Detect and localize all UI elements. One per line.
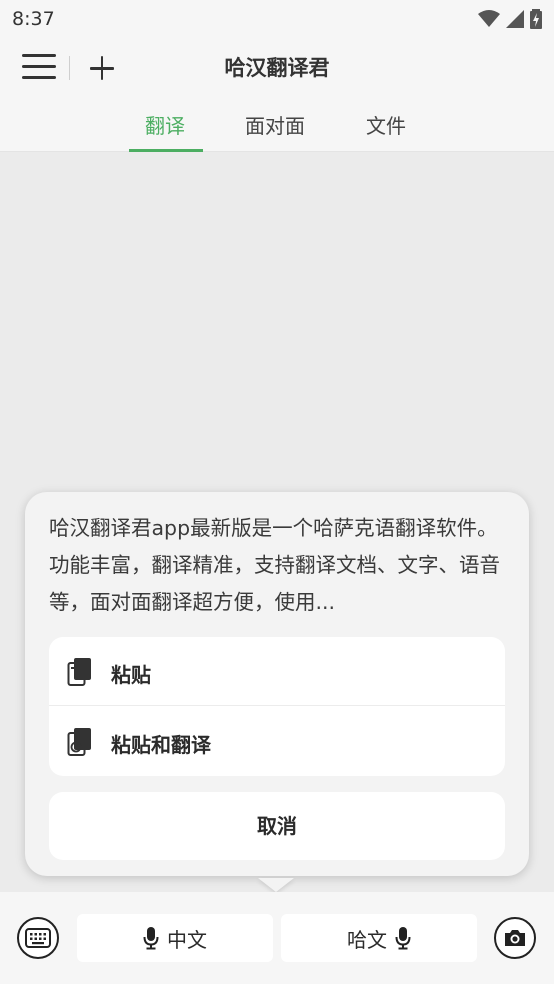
paste-translate-icon xyxy=(67,728,91,756)
tab-file[interactable]: 文件 xyxy=(366,110,406,139)
paste-label: 粘贴 xyxy=(111,663,151,687)
status-icons xyxy=(478,9,542,29)
clipboard-popup: 哈汉翻译君app最新版是一个哈萨克语翻译软件。功能丰富，翻译精准，支持翻译文档、… xyxy=(25,492,529,876)
keyboard-icon xyxy=(25,928,51,948)
bottom-bar: 中文 哈文 xyxy=(0,892,554,984)
paste-translate-label: 粘贴和翻译 xyxy=(111,733,211,757)
source-language-label: 中文 xyxy=(167,927,207,952)
mic-icon xyxy=(143,927,159,950)
camera-icon xyxy=(505,930,525,946)
tab-indicator xyxy=(129,149,203,152)
paste-button[interactable]: 粘贴 xyxy=(49,637,505,706)
target-language-button[interactable]: 哈文 xyxy=(281,914,477,962)
camera-button[interactable] xyxy=(494,917,536,959)
tab-face-to-face[interactable]: 面对面 xyxy=(245,110,305,139)
app-title: 哈汉翻译君 xyxy=(224,56,330,80)
app-bar: 哈汉翻译君 xyxy=(0,38,554,98)
popup-arrow xyxy=(258,878,294,892)
status-bar: 8:37 xyxy=(0,0,554,38)
signal-icon xyxy=(506,10,524,28)
keyboard-button[interactable] xyxy=(17,917,59,959)
status-time: 8:37 xyxy=(12,8,55,30)
action-card: 粘贴 粘贴和翻译 xyxy=(49,637,505,776)
source-language-button[interactable]: 中文 xyxy=(77,914,273,962)
target-language-label: 哈文 xyxy=(347,927,387,952)
mic-icon xyxy=(395,927,411,950)
wifi-icon xyxy=(478,10,500,27)
clipboard-text: 哈汉翻译君app最新版是一个哈萨克语翻译软件。功能丰富，翻译精准，支持翻译文档、… xyxy=(49,516,500,614)
tab-translate[interactable]: 翻译 xyxy=(145,110,185,139)
paste-icon xyxy=(67,658,91,686)
tab-bar: 翻译 面对面 文件 xyxy=(0,98,554,152)
paste-translate-button[interactable]: 粘贴和翻译 xyxy=(49,707,505,776)
cancel-button[interactable]: 取消 xyxy=(49,792,505,860)
battery-charging-icon xyxy=(530,9,542,29)
screen: 8:37 哈汉翻译君 翻译 面对面 文件 哈汉翻译君app最新版是一个哈萨克语翻… xyxy=(0,0,554,984)
